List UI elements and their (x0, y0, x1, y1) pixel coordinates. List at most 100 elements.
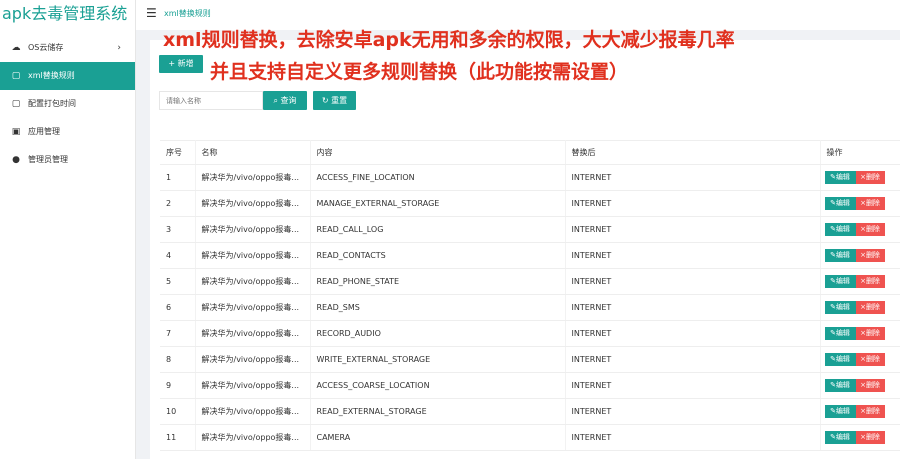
edit-label: 编辑 (835, 225, 850, 233)
edit-button[interactable]: ✎编辑 (824, 327, 856, 340)
delete-button[interactable]: ×删除 (855, 171, 885, 184)
delete-button[interactable]: ×删除 (855, 353, 885, 366)
sidebar-item-pack-time[interactable]: ▢ 配置打包时间 (0, 90, 135, 118)
cell-content: RECORD_AUDIO (309, 320, 565, 347)
cell-replace: INTERNET (564, 398, 820, 425)
cell-replace: INTERNET (564, 320, 820, 347)
clipboard-icon: ▢ (11, 99, 21, 109)
edit-button[interactable]: ✎编辑 (824, 171, 856, 184)
app-root: apk去毒管理系统 ☁ OS云储存 › ▢ xml替换规则 ▢ 配置打包时间 ▣… (0, 0, 900, 459)
cell-replace: INTERNET (564, 242, 820, 269)
edit-label: 编辑 (835, 173, 850, 181)
sidebar-item-xml-rules[interactable]: ▢ xml替换规则 (0, 62, 135, 90)
column-header: 替换后 (564, 140, 820, 165)
delete-button[interactable]: ×删除 (855, 223, 885, 236)
table-header-row: 序号 名称 内容 替换后 操作 (160, 140, 900, 165)
cell-replace: INTERNET (564, 164, 820, 191)
column-header: 内容 (309, 140, 565, 165)
cell-no: 5 (160, 268, 195, 295)
cell-content: READ_PHONE_STATE (309, 268, 565, 295)
refresh-icon: ↻ (321, 96, 329, 105)
table-row: 9 解决华为/vivo/oppo报毒... ACCESS_COARSE_LOCATI… (160, 372, 900, 399)
cell-name: 解决华为/vivo/oppo报毒... (194, 320, 310, 347)
cell-content: ACCESS_COARSE_LOCATION (309, 372, 565, 399)
cell-content: CAMERA (309, 424, 565, 451)
sidebar-item-admin-manage[interactable]: ● 管理员管理 (0, 146, 135, 174)
delete-button[interactable]: ×删除 (855, 327, 885, 340)
cell-no: 1 (160, 164, 195, 191)
reset-button-label: 重置 (331, 96, 348, 105)
edit-button[interactable]: ✎编辑 (824, 249, 856, 262)
sidebar-item-label: OS云储存 (28, 43, 64, 52)
cell-name: 解决华为/vivo/oppo报毒... (194, 190, 310, 217)
clipboard-icon: ▢ (11, 71, 21, 81)
delete-label: 删除 (865, 251, 880, 259)
edit-button[interactable]: ✎编辑 (824, 301, 856, 314)
column-header: 序号 (160, 140, 195, 165)
delete-button[interactable]: ×删除 (855, 197, 885, 210)
table-body: 1 解决华为/vivo/oppo报毒... ACCESS_FINE_LOCATION… (160, 164, 900, 451)
cell-name: 解决华为/vivo/oppo报毒... (194, 398, 310, 425)
cell-replace: INTERNET (564, 268, 820, 295)
delete-label: 删除 (865, 173, 880, 181)
breadcrumb-title[interactable]: xml替换规则 (164, 8, 211, 19)
search-button[interactable]: ⌕ 查询 (263, 91, 307, 110)
edit-button[interactable]: ✎编辑 (824, 223, 856, 236)
delete-label: 删除 (865, 329, 880, 337)
cell-no: 11 (160, 424, 195, 451)
table-row: 5 解决华为/vivo/oppo报毒... READ_PHONE_STATE INTE… (160, 268, 900, 295)
edit-button[interactable]: ✎编辑 (824, 275, 856, 288)
main-panel: + 新增 ⌕ 查询 ↻ 重置 序号 名称 内容 替换后 操作 1解 (150, 40, 900, 459)
delete-button[interactable]: ×删除 (855, 379, 885, 392)
delete-label: 删除 (865, 277, 880, 285)
search-input[interactable] (159, 91, 263, 110)
sidebar: apk去毒管理系统 ☁ OS云储存 › ▢ xml替换规则 ▢ 配置打包时间 ▣… (0, 0, 136, 459)
reset-button[interactable]: ↻ 重置 (313, 91, 356, 110)
cell-name: 解决华为/vivo/oppo报毒... (194, 268, 310, 295)
cell-actions: ✎编辑 ×删除 (819, 164, 900, 191)
edit-label: 编辑 (835, 381, 850, 389)
cell-no: 9 (160, 372, 195, 399)
cell-name: 解决华为/vivo/oppo报毒... (194, 424, 310, 451)
edit-button[interactable]: ✎编辑 (824, 379, 856, 392)
cell-name: 解决华为/vivo/oppo报毒... (194, 346, 310, 373)
table-row: 11 解决华为/vivo/oppo报毒... CAMERA INTERNET ✎编辑 ×删… (160, 424, 900, 451)
cell-no: 10 (160, 398, 195, 425)
table-row: 3 解决华为/vivo/oppo报毒... READ_CALL_LOG INTERNE… (160, 216, 900, 243)
delete-label: 删除 (865, 225, 880, 233)
delete-label: 删除 (865, 381, 880, 389)
delete-button[interactable]: ×删除 (855, 275, 885, 288)
sidebar-item-app-manage[interactable]: ▣ 应用管理 (0, 118, 135, 146)
column-header: 操作 (819, 140, 900, 165)
delete-button[interactable]: ×删除 (855, 301, 885, 314)
sidebar-menu: ☁ OS云储存 › ▢ xml替换规则 ▢ 配置打包时间 ▣ 应用管理 ● 管理… (0, 34, 135, 174)
cell-actions: ✎编辑 ×删除 (819, 268, 900, 295)
cell-content: READ_SMS (309, 294, 565, 321)
cell-name: 解决华为/vivo/oppo报毒... (194, 164, 310, 191)
sidebar-item-label: 配置打包时间 (28, 99, 76, 108)
edit-button[interactable]: ✎编辑 (824, 197, 856, 210)
search-icon: ⌕ (273, 96, 278, 105)
cell-replace: INTERNET (564, 294, 820, 321)
cell-actions: ✎编辑 ×删除 (819, 190, 900, 217)
app-title: apk去毒管理系统 (2, 4, 128, 23)
delete-button[interactable]: ×删除 (855, 249, 885, 262)
menu-icon[interactable]: ☰ (146, 6, 157, 20)
user-icon: ● (12, 155, 20, 165)
cell-no: 3 (160, 216, 195, 243)
edit-button[interactable]: ✎编辑 (824, 431, 856, 444)
sidebar-item-os-storage[interactable]: ☁ OS云储存 › (0, 34, 135, 62)
edit-button[interactable]: ✎编辑 (824, 405, 856, 418)
cell-actions: ✎编辑 ×删除 (819, 424, 900, 451)
add-button[interactable]: + 新增 (159, 55, 203, 73)
edit-label: 编辑 (835, 199, 850, 207)
delete-button[interactable]: ×删除 (855, 405, 885, 418)
cell-actions: ✎编辑 ×删除 (819, 320, 900, 347)
sidebar-item-label: 管理员管理 (28, 155, 68, 164)
cell-replace: INTERNET (564, 372, 820, 399)
edit-label: 编辑 (835, 407, 850, 415)
edit-button[interactable]: ✎编辑 (824, 353, 856, 366)
edit-label: 编辑 (835, 277, 850, 285)
cell-actions: ✎编辑 ×删除 (819, 216, 900, 243)
delete-button[interactable]: ×删除 (855, 431, 885, 444)
